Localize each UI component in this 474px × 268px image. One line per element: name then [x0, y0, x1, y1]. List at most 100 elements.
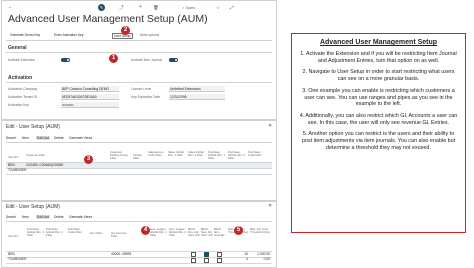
table-cell-max-cost[interactable]: 1,000.00 — [252, 252, 270, 256]
action-bar: Generate Demo Key Enter Activation Key U… — [6, 32, 274, 39]
instruction-step-2: 2. Navigate to User Setup in order to st… — [302, 69, 455, 83]
page-title: Advanced User Management Setup (AUM) — [8, 13, 208, 25]
divider — [6, 142, 272, 143]
instructions-panel: Advanced User Management Setup 1. Activa… — [291, 33, 466, 233]
table-cell-user: TGARDNER — [8, 257, 27, 261]
table-cell-user: BEN — [8, 162, 15, 167]
more-options-button[interactable]: More options — [140, 33, 159, 37]
column-header[interactable]: Purchase Global Dim. 1 Filter — [27, 227, 44, 238]
edit-list-button[interactable]: Edit List — [36, 136, 50, 140]
column-header[interactable]: Block Rev. Adj. (Item Jnl) — [188, 227, 200, 238]
edit-list-button[interactable]: Edit List — [36, 215, 50, 219]
column-header[interactable]: Purchase Global Dim. 1 Filter — [208, 150, 226, 161]
callout-badge-2: 2 — [121, 26, 130, 35]
activation-key-value: •••••••••• — [62, 103, 74, 107]
license-level-label: License Level — [131, 87, 152, 91]
license-level-value: Unlimited Extensions — [170, 87, 201, 91]
user-setup-list-1: Edit - User Setup (AUM) ✕ Search New Edi… — [1, 120, 277, 201]
column-header[interactable]: Purchase Code Filter — [68, 227, 84, 234]
table-cell-user: BEN — [8, 251, 15, 256]
table-row[interactable] — [6, 167, 272, 175]
new-button[interactable]: New — [22, 215, 29, 219]
column-header[interactable]: Gen. Ledger Global Dim. 2 Filter — [169, 227, 186, 238]
generate-views-button[interactable]: Generate Views — [69, 136, 92, 140]
activate-extension-toggle[interactable] — [61, 58, 70, 62]
table-cell-customer-filter[interactable]: C00450..C00480|C00590 — [26, 163, 78, 167]
activate-item-journal-toggle[interactable] — [169, 58, 178, 62]
instruction-step-5: 5. Another option you can restrict is th… — [301, 131, 456, 151]
table-cell-max-qty[interactable]: 0 — [240, 257, 248, 261]
activation-key-label: Activation Key — [8, 103, 29, 107]
delete-button[interactable]: Delete — [54, 215, 64, 219]
table-cell-max-qty[interactable]: 10 — [240, 252, 248, 256]
list-toolbar: Search New Edit List Delete Generate Vie… — [6, 135, 272, 141]
add-icon[interactable]: + — [139, 5, 142, 10]
list-toolbar: Search New Edit List Delete Generate Vie… — [6, 214, 272, 220]
aum-setup-page: ← ✎ ⤴ + 🗑 ✓ Saved ☆ ⤢ Advanced User Mana… — [1, 0, 277, 120]
column-header[interactable]: Item Filter — [90, 231, 104, 235]
activation-company-value: BEP Contoso Consulting DEMO — [62, 87, 110, 91]
key-expiration-label: Key Expiration Date — [131, 95, 161, 99]
table-cell-max-cost[interactable]: 0.00 — [252, 257, 270, 261]
bookmark-icon[interactable]: ☆ — [216, 5, 220, 10]
column-header[interactable]: Gen. Ledger Global Dim. 1 Filter — [150, 227, 167, 238]
table-cell-gl-filter[interactable]: 40000..49999 — [111, 252, 139, 256]
enter-activation-key-button[interactable]: Enter Activation Key — [54, 33, 84, 37]
column-header[interactable]: Max. Adj. Cost Threshold (Abs) — [250, 227, 270, 234]
activation-company-label: Activation Company — [8, 87, 38, 91]
column-header[interactable]: Purchase Global Dim. 2 Filter — [46, 227, 63, 238]
list-title: Edit - User Setup (AUM) — [6, 124, 60, 130]
activate-extension-label: Activate Extension — [8, 58, 36, 62]
save-status: ✓ Saved — [182, 5, 196, 10]
column-header[interactable]: Customer Posting Group Filter — [110, 150, 130, 161]
share-icon[interactable]: ⤴ — [119, 5, 124, 10]
activate-item-journal-label: Activate Item Journal — [131, 58, 162, 62]
column-header[interactable]: User ID ↑ — [8, 234, 22, 238]
instructions-title: Advanced User Management Setup — [319, 39, 438, 46]
column-header[interactable]: Vendor Filter — [133, 153, 147, 160]
delete-button[interactable]: Delete — [54, 136, 64, 140]
search-button[interactable]: Search — [6, 215, 16, 219]
block-neg-adj-checkbox[interactable] — [204, 257, 209, 263]
delete-icon[interactable]: 🗑 — [153, 5, 159, 10]
close-icon[interactable]: ✕ — [268, 124, 272, 129]
column-header[interactable]: Salesperson Code Filter — [148, 150, 166, 157]
activation-heading: Activation — [8, 75, 33, 81]
block-item-journals-checkbox[interactable] — [217, 257, 222, 263]
block-rev-adj-checkbox[interactable] — [191, 257, 196, 263]
callout-badge-3: 3 — [84, 155, 93, 164]
new-button[interactable]: New — [22, 136, 29, 140]
table-cell-user: TGARDNER — [8, 168, 27, 172]
column-header[interactable]: Sales Global Dim. 2 Filter — [188, 150, 206, 157]
column-header[interactable]: Customer Filter — [26, 153, 48, 157]
column-header[interactable]: Block Neg. Adj. (Item Jnl) — [201, 227, 213, 238]
column-header[interactable]: G/L Account Filter — [111, 231, 127, 238]
general-heading: General — [8, 45, 27, 51]
instruction-step-1: 1. Activate the Extension and if you wil… — [300, 51, 457, 64]
callout-badge-1: 1 — [109, 54, 118, 63]
divider — [6, 82, 272, 83]
column-header[interactable]: Sales Global Dim. 1 Filter — [168, 150, 186, 157]
column-header[interactable]: Block Item Journals — [214, 227, 226, 238]
table-row[interactable] — [6, 256, 272, 264]
generate-views-button[interactable]: Generate Views — [69, 215, 92, 219]
column-header[interactable]: Purchaser Code Filter — [248, 150, 268, 157]
divider — [6, 52, 272, 53]
close-icon[interactable]: ✕ — [268, 204, 272, 209]
edit-icon[interactable]: ✎ — [98, 4, 105, 11]
column-header[interactable]: Purchase Global Dim. 2 Filter — [228, 150, 246, 161]
column-header[interactable]: User ID ↑ — [8, 155, 24, 159]
divider — [6, 39, 272, 41]
search-button[interactable]: Search — [6, 136, 16, 140]
activation-tenant-label: Activation Tenant ID — [8, 95, 38, 99]
generate-demo-key-button[interactable]: Generate Demo Key — [10, 33, 40, 37]
callout-badge-4: 4 — [141, 226, 150, 235]
instruction-step-3: 3. One example you can enable is restric… — [302, 87, 455, 108]
key-expiration-value: 12/31/2098 — [170, 95, 187, 99]
callout-badge-5: 5 — [234, 226, 243, 235]
back-arrow-icon[interactable]: ← — [8, 5, 13, 10]
expand-icon[interactable]: ⤢ — [230, 5, 234, 10]
list-title: Edit - User Setup (AUM) — [6, 204, 60, 210]
instruction-step-4: 4. Additionally, you can also restrict w… — [299, 112, 458, 126]
activation-tenant-value: 6ED97A61D0CBE16A0 — [62, 95, 97, 99]
